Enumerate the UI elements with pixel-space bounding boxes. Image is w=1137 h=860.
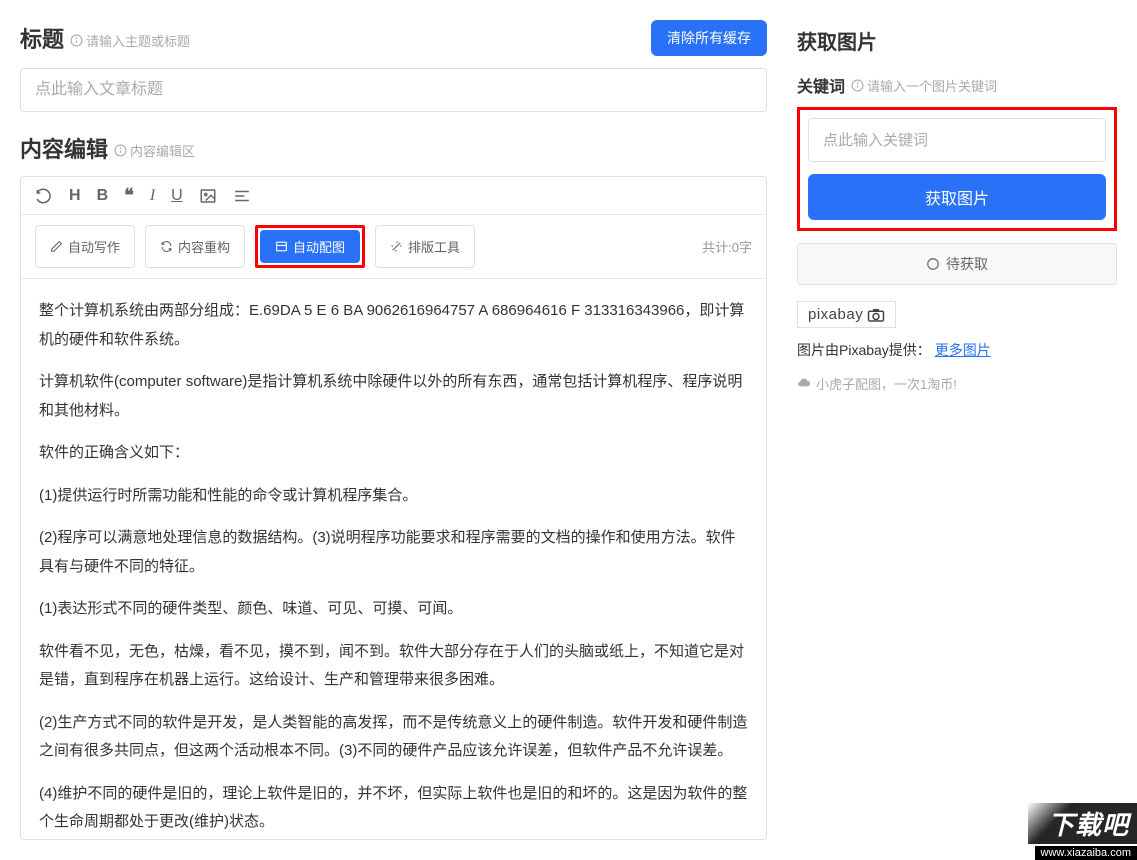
tip-line: 小虎子配图，一次1淘币! [797, 374, 1117, 393]
title-section-header: 标题 请输入主题或标题 清除所有缓存 [20, 20, 767, 56]
editor-content-area[interactable]: 整个计算机系统由两部分组成：E.69DA 5 E 6 BA 9062616964… [21, 279, 766, 839]
title-section-label: 标题 [20, 22, 64, 54]
auto-image-button[interactable]: 自动配图 [260, 230, 360, 263]
auto-image-highlight: 自动配图 [255, 225, 365, 268]
keyword-label: 关键词 [797, 73, 845, 97]
pixabay-badge: pixabay [797, 301, 896, 328]
paragraph: 软件的正确含义如下： [39, 439, 748, 468]
heading-button[interactable]: H [69, 187, 81, 205]
paragraph: 软件看不见，无色，枯燥，看不见，摸不到，闻不到。软件大部分存在于人们的头脑或纸上… [39, 638, 748, 695]
refresh-icon [160, 240, 173, 253]
pending-button[interactable]: 待获取 [797, 243, 1117, 285]
paragraph: (2)程序可以满意地处理信息的数据结构。(3)说明程序功能要求和程序需要的文档的… [39, 524, 748, 581]
keyword-hint: 请输入一个图片关键词 [851, 76, 997, 95]
word-count: 共计:0字 [702, 237, 752, 256]
title-hint: 请输入主题或标题 [70, 31, 190, 50]
auto-write-button[interactable]: 自动写作 [35, 225, 135, 268]
bold-button[interactable]: B [97, 187, 109, 205]
fetch-image-button[interactable]: 获取图片 [808, 174, 1106, 220]
quote-button[interactable]: ❝ [124, 185, 134, 206]
layout-tool-button[interactable]: 排版工具 [375, 225, 475, 268]
paragraph: (4)维护不同的硬件是旧的，理论上软件是旧的，并不坏，但实际上软件也是旧的和坏的… [39, 780, 748, 837]
provider-info: 图片由Pixabay提供： 更多图片 [797, 340, 1117, 360]
align-left-icon[interactable] [233, 187, 251, 205]
paragraph: (2)生产方式不同的软件是开发，是人类智能的高发挥，而不是传统意义上的硬件制造。… [39, 709, 748, 766]
keyword-input[interactable] [808, 118, 1106, 162]
cloud-icon [797, 377, 811, 391]
content-rebuild-button[interactable]: 内容重构 [145, 225, 245, 268]
keyword-highlight-box: 获取图片 [797, 107, 1117, 231]
paragraph: 整个计算机系统由两部分组成：E.69DA 5 E 6 BA 9062616964… [39, 297, 748, 354]
image-layout-icon [275, 240, 288, 253]
paragraph: (1)提供运行时所需功能和性能的命令或计算机程序集合。 [39, 482, 748, 511]
editor-box: H B ❝ I U 自动写作 [20, 176, 767, 840]
content-section-label: 内容编辑 [20, 132, 108, 164]
fetch-image-title: 获取图片 [797, 26, 1117, 55]
info-icon [114, 144, 127, 157]
circle-icon [926, 257, 940, 271]
underline-button[interactable]: U [171, 187, 183, 205]
toolbar-actions: 自动写作 内容重构 自动配图 排版工具 [21, 215, 766, 279]
more-images-link[interactable]: 更多图片 [935, 342, 991, 358]
paragraph: 计算机软件(computer software)是指计算机系统中除硬件以外的所有… [39, 368, 748, 425]
undo-icon[interactable] [35, 187, 53, 205]
content-section-header: 内容编辑 内容编辑区 [20, 132, 767, 164]
content-hint: 内容编辑区 [114, 141, 195, 160]
wand-icon [390, 240, 403, 253]
camera-icon [867, 308, 885, 322]
article-title-input[interactable] [20, 68, 767, 112]
info-icon [70, 34, 83, 47]
paragraph: (1)表达形式不同的硬件类型、颜色、味道、可见、可摸、可闻。 [39, 595, 748, 624]
pencil-icon [50, 240, 63, 253]
italic-button[interactable]: I [150, 187, 155, 205]
info-icon [851, 79, 864, 92]
toolbar-formatting: H B ❝ I U [21, 177, 766, 215]
image-icon[interactable] [199, 187, 217, 205]
clear-cache-button[interactable]: 清除所有缓存 [651, 20, 767, 56]
